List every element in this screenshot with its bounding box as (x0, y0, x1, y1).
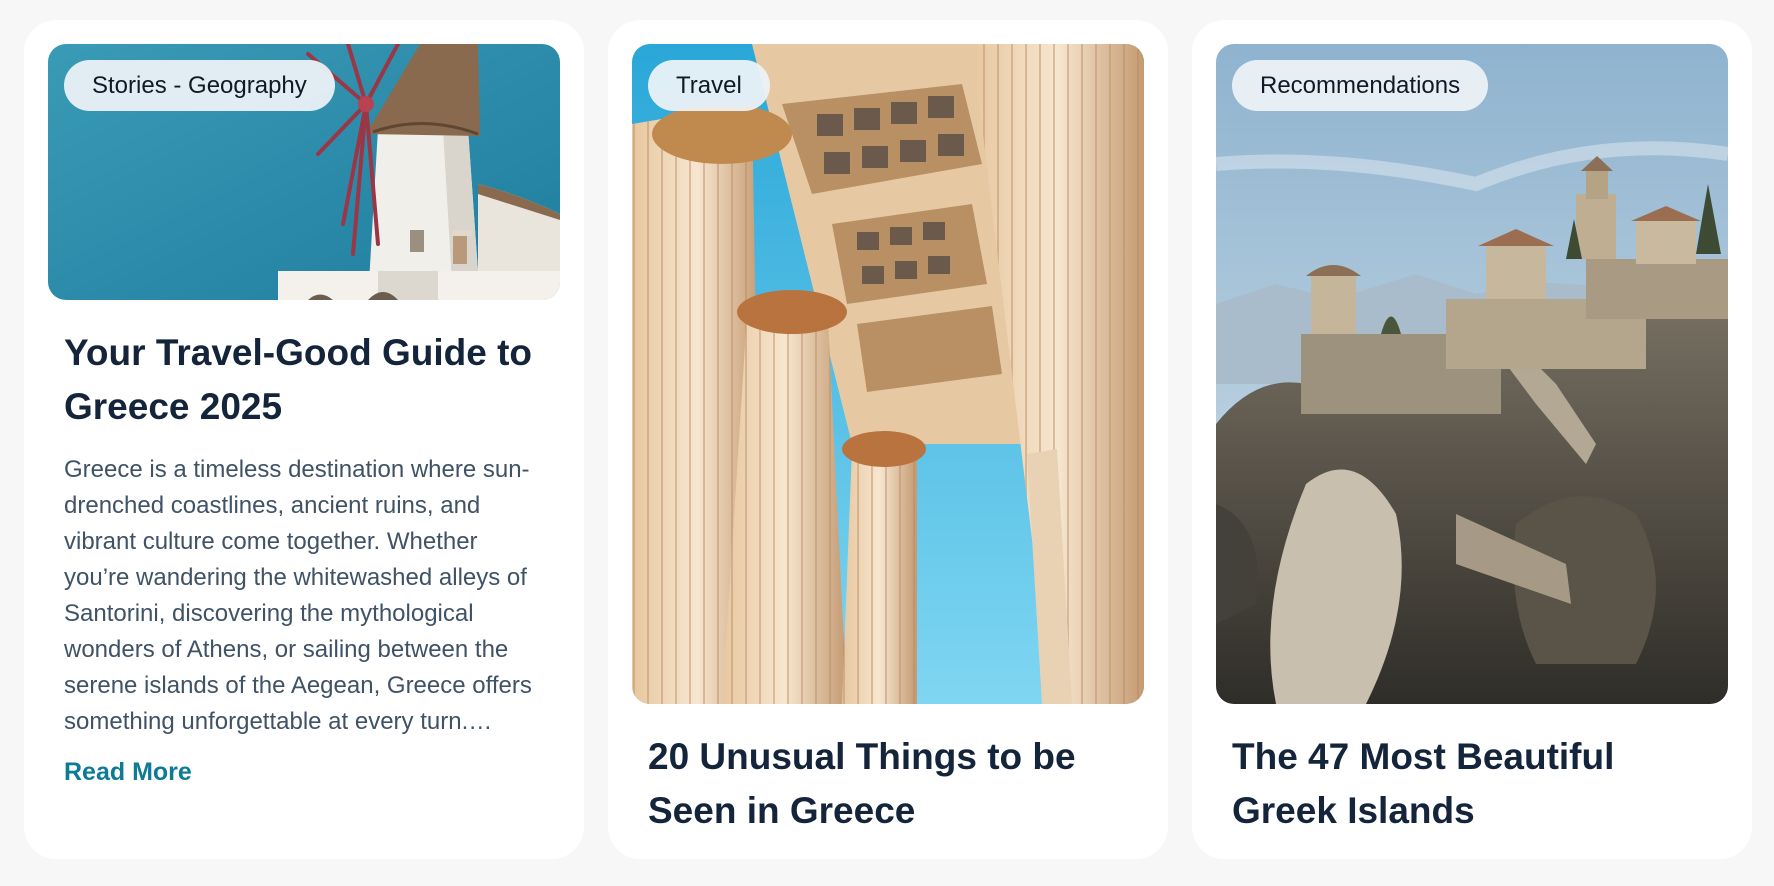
card-title[interactable]: Your Travel-Good Guide to Greece 2025 (64, 326, 544, 434)
greek-columns-image (632, 44, 1144, 704)
meteora-monastery-image (1216, 44, 1728, 704)
card-image-columns[interactable]: Travel (632, 44, 1144, 704)
article-card-unusual-things[interactable]: Travel 20 Unusual Things to be Seen in G… (608, 20, 1168, 859)
read-more-link[interactable]: Read More (64, 758, 192, 787)
card-image-santorini[interactable]: Stories - Geography (48, 44, 560, 300)
article-card-greece-guide[interactable]: Stories - Geography Your Travel-Good Gui… (24, 20, 584, 859)
card-title[interactable]: The 47 Most Beautiful Greek Islands (1232, 730, 1712, 838)
card-title[interactable]: 20 Unusual Things to be Seen in Greece (648, 730, 1128, 838)
card-image-meteora[interactable]: Recommendations (1216, 44, 1728, 704)
card-excerpt: Greece is a timeless destination where s… (64, 456, 532, 735)
article-card-greek-islands[interactable]: Recommendations The 47 Most Beautiful Gr… (1192, 20, 1752, 859)
category-tag[interactable]: Travel (648, 60, 770, 111)
article-card-list: Stories - Geography Your Travel-Good Gui… (24, 20, 1752, 859)
category-tag[interactable]: Recommendations (1232, 60, 1489, 111)
category-tag[interactable]: Stories - Geography (64, 60, 335, 111)
